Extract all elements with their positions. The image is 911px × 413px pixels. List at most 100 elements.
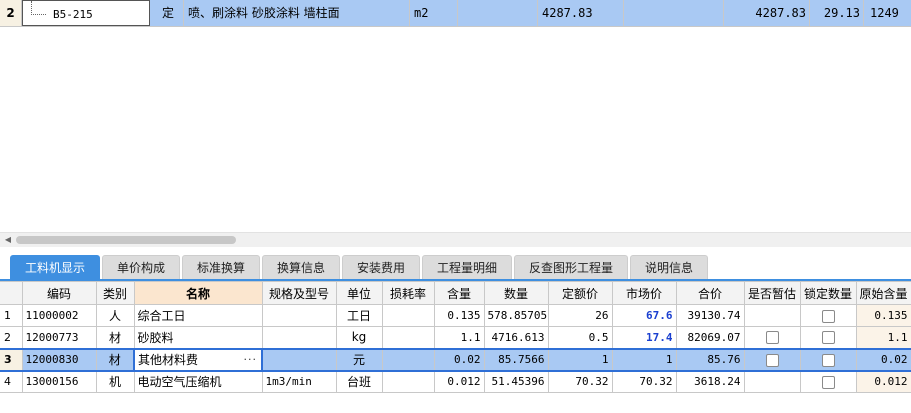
cell-total[interactable]: 82069.07: [675, 326, 745, 349]
cell-lock-quantity[interactable]: [799, 326, 857, 349]
horizontal-scrollbar[interactable]: ◀: [0, 232, 911, 247]
item-unit-price-cell[interactable]: 29.13: [810, 0, 864, 26]
tab-reverse-graphic-quantity[interactable]: 反查图形工程量: [514, 255, 628, 279]
cell-unit[interactable]: 元: [335, 347, 383, 372]
tab-unit-price-composition[interactable]: 单价构成: [102, 255, 180, 279]
row-number[interactable]: 1: [0, 304, 23, 327]
cell-market-price[interactable]: 1: [611, 347, 677, 372]
item-name-cell[interactable]: 喷、刷涂料 砂胶涂料 墙柱面: [184, 0, 410, 26]
empty-cell[interactable]: [458, 0, 538, 26]
header-quota-price[interactable]: 定额价: [547, 281, 613, 305]
header-type[interactable]: 类别: [95, 281, 135, 305]
more-options-icon[interactable]: ···: [244, 353, 258, 366]
checkbox[interactable]: [821, 353, 835, 367]
cell-type[interactable]: 材: [95, 347, 135, 372]
table-row[interactable]: 1 11000002 人 综合工日 工日 0.135 578.85705 26 67.6 3913…: [0, 304, 911, 327]
header-quantity[interactable]: 数量: [483, 281, 549, 305]
cell-quantity[interactable]: 51.45396: [483, 370, 549, 393]
cell-quantity[interactable]: 85.7566: [483, 347, 549, 372]
tab-labor-material-machine[interactable]: 工料机显示: [10, 255, 100, 279]
cell-quota-price[interactable]: 1: [547, 347, 613, 372]
header-spec[interactable]: 规格及型号: [261, 281, 337, 305]
cell-content[interactable]: 0.012: [433, 370, 485, 393]
cell-lock-quantity[interactable]: [799, 347, 857, 372]
cell-lock-quantity[interactable]: [799, 370, 857, 393]
cell-name[interactable]: 综合工日: [133, 304, 263, 327]
header-original-content[interactable]: 原始含量: [855, 281, 911, 305]
row-number[interactable]: 2: [0, 326, 23, 349]
checkbox[interactable]: [821, 375, 835, 389]
item-unit-cell[interactable]: m2: [410, 0, 458, 26]
tab-conversion-info[interactable]: 换算信息: [262, 255, 340, 279]
cell-spec[interactable]: [261, 347, 337, 372]
cell-total[interactable]: 85.76: [675, 347, 745, 372]
cell-is-estimate[interactable]: [743, 347, 801, 372]
table-row[interactable]: 4 13000156 机 电动空气压缩机 1m3/min 台班 0.012 51.45396 7…: [0, 370, 911, 393]
cell-loss-rate[interactable]: [381, 304, 435, 327]
cell-code[interactable]: 13000156: [21, 370, 97, 393]
cell-unit[interactable]: 工日: [335, 304, 383, 327]
cell-type[interactable]: 机: [95, 370, 135, 393]
cell-loss-rate[interactable]: [381, 347, 435, 372]
cell-total[interactable]: 39130.74: [675, 304, 745, 327]
checkbox[interactable]: [821, 309, 835, 323]
scroll-left-icon[interactable]: ◀: [2, 233, 14, 247]
header-lock-quantity[interactable]: 锁定数量: [799, 281, 857, 305]
checkbox[interactable]: [765, 353, 779, 367]
cell-spec[interactable]: [261, 326, 337, 349]
table-row[interactable]: 2 12000773 材 砂胶料 kg 1.1 4716.613 0.5 17.4 82069.0…: [0, 326, 911, 349]
cell-is-estimate[interactable]: [743, 370, 801, 393]
cell-content[interactable]: 1.1: [433, 326, 485, 349]
cell-original-content[interactable]: 0.135: [855, 304, 911, 327]
header-is-estimate[interactable]: 是否暂估: [743, 281, 801, 305]
cell-name[interactable]: 电动空气压缩机: [133, 370, 263, 393]
cell-code[interactable]: 12000773: [21, 326, 97, 349]
row-number[interactable]: 2: [0, 0, 22, 26]
cell-original-content[interactable]: 0.012: [855, 370, 911, 393]
cell-code[interactable]: 11000002: [21, 304, 97, 327]
cell-quota-price[interactable]: 0.5: [547, 326, 613, 349]
checkbox[interactable]: [765, 331, 779, 345]
cell-original-content[interactable]: 0.02: [855, 347, 911, 372]
empty-cell[interactable]: [624, 0, 724, 26]
cell-quota-price[interactable]: 26: [547, 304, 613, 327]
header-content[interactable]: 含量: [433, 281, 485, 305]
cell-spec[interactable]: 1m3/min: [261, 370, 337, 393]
main-grid-row[interactable]: 2 B5-215 定 喷、刷涂料 砂胶涂料 墙柱面 m2 4287.83 428…: [0, 0, 911, 27]
cell-total[interactable]: 3618.24: [675, 370, 745, 393]
cell-loss-rate[interactable]: [381, 326, 435, 349]
cell-unit[interactable]: kg: [335, 326, 383, 349]
cell-quantity[interactable]: 578.85705: [483, 304, 549, 327]
cell-market-price[interactable]: 67.6: [611, 304, 677, 327]
cell-quantity[interactable]: 4716.613: [483, 326, 549, 349]
cell-lock-quantity[interactable]: [799, 304, 857, 327]
row-number[interactable]: 4: [0, 370, 23, 393]
item-quantity-cell[interactable]: 4287.83: [538, 0, 624, 26]
item-type-cell[interactable]: 定: [150, 0, 184, 26]
tab-standard-conversion[interactable]: 标准换算: [182, 255, 260, 279]
header-code[interactable]: 编码: [21, 281, 97, 305]
tab-description-info[interactable]: 说明信息: [630, 255, 708, 279]
row-number[interactable]: 3: [0, 347, 23, 372]
tab-quantity-details[interactable]: 工程量明细: [422, 255, 512, 279]
cell-code[interactable]: 12000830: [21, 347, 97, 372]
cell-unit[interactable]: 台班: [335, 370, 383, 393]
header-total[interactable]: 合价: [675, 281, 745, 305]
cell-name[interactable]: 其他材料费 ···: [133, 347, 263, 372]
scrollbar-thumb[interactable]: [16, 236, 236, 244]
table-row[interactable]: 3 12000830 材 其他材料费 ··· 元 0.02 85.7566 1 1 85.76 0.0…: [0, 347, 911, 372]
item-price-cell[interactable]: 4287.83: [724, 0, 810, 26]
header-loss-rate[interactable]: 损耗率: [381, 281, 435, 305]
tab-installation-cost[interactable]: 安装费用: [342, 255, 420, 279]
cell-content[interactable]: 0.135: [433, 304, 485, 327]
item-code-cell[interactable]: B5-215: [22, 0, 150, 26]
header-unit[interactable]: 单位: [335, 281, 383, 305]
cell-spec[interactable]: [261, 304, 337, 327]
cell-loss-rate[interactable]: [381, 370, 435, 393]
cell-type[interactable]: 材: [95, 326, 135, 349]
cell-type[interactable]: 人: [95, 304, 135, 327]
header-name[interactable]: 名称: [133, 281, 263, 305]
cell-is-estimate[interactable]: [743, 304, 801, 327]
cell-name[interactable]: 砂胶料: [133, 326, 263, 349]
cell-original-content[interactable]: 1.1: [855, 326, 911, 349]
